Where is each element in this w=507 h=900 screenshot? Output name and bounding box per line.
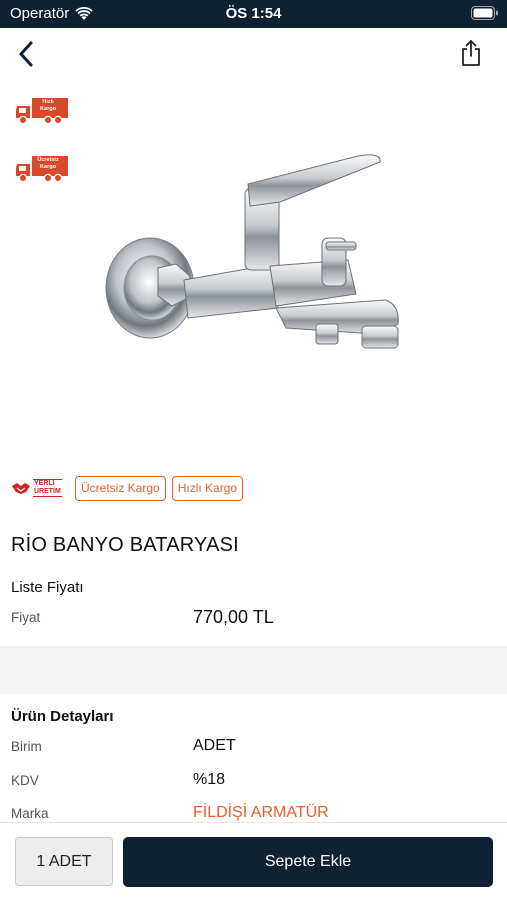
add-to-cart-button[interactable]: Sepete Ekle	[123, 837, 493, 887]
price-label: Fiyat	[11, 610, 41, 625]
brand-label: Marka	[11, 806, 49, 821]
navigation-bar	[0, 28, 507, 80]
free-shipping-truck-icon: Ücretsiz Kargo	[14, 154, 70, 184]
free-shipping-tag: Ücretsiz Kargo	[75, 475, 166, 501]
handshake-icon	[12, 483, 30, 494]
battery-icon	[471, 6, 498, 20]
local-production-line1: YERLİ	[34, 480, 55, 487]
free-shipping-truck-label: Ücretsiz Kargo	[37, 157, 59, 170]
back-button[interactable]	[10, 38, 42, 70]
product-badges: YERLİ ÜRETİM Ücretsiz Kargo Hızlı Kargo	[11, 475, 244, 501]
share-icon	[462, 40, 480, 66]
product-image[interactable]	[100, 140, 420, 370]
unit-label: Birim	[11, 739, 42, 754]
unit-value: ADET	[193, 737, 236, 754]
fast-shipping-truck-label: Hızlı Kargo	[40, 99, 56, 112]
local-production-text: YERLİ ÜRETİM	[33, 479, 62, 497]
vat-label: KDV	[11, 773, 39, 788]
list-price-heading: Liste Fiyatı	[11, 579, 84, 596]
product-title: RİO BANYO BATARYASI	[11, 534, 239, 556]
product-details-heading: Ürün Detayları	[11, 708, 114, 725]
quantity-selector[interactable]: 1 ADET	[15, 837, 113, 886]
chevron-left-icon	[19, 41, 33, 67]
bottom-action-bar: 1 ADET Sepete Ekle	[0, 822, 507, 900]
brand-link[interactable]: FİLDİŞİ ARMATÜR	[193, 804, 329, 822]
status-time: ÖS 1:54	[225, 5, 282, 22]
fast-shipping-truck-icon: Hızlı Kargo	[14, 96, 70, 126]
section-divider	[0, 646, 507, 694]
share-button[interactable]	[455, 36, 487, 70]
price-value: 770,00 TL	[193, 607, 274, 627]
local-production-line2: ÜRETİM	[34, 488, 61, 495]
fast-shipping-tag: Hızlı Kargo	[171, 475, 244, 501]
local-production-badge: YERLİ ÜRETİM	[11, 476, 69, 500]
vat-value: %18	[193, 771, 226, 788]
status-bar: Operatör ÖS 1:54	[0, 0, 507, 28]
